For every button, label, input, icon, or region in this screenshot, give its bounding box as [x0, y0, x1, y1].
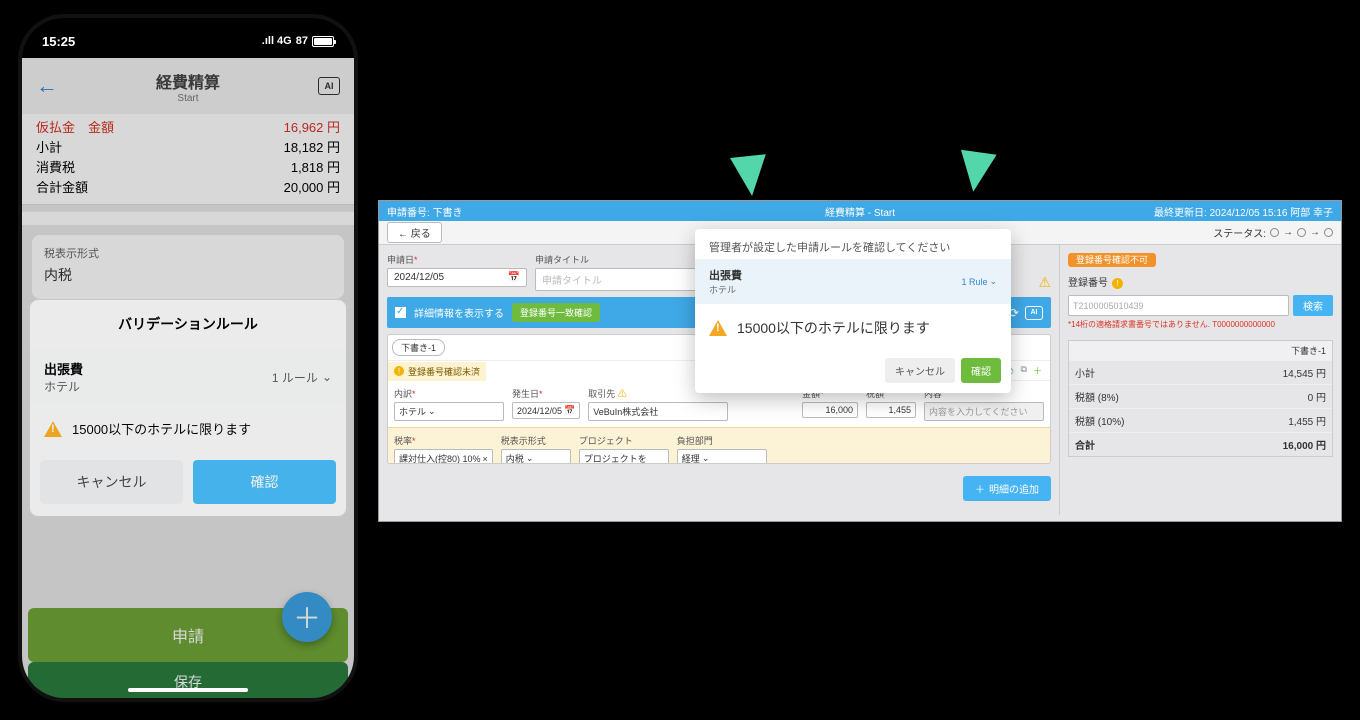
- back-button[interactable]: ← 戻る: [387, 222, 442, 243]
- mobile-device-frame: 15:25 .ıll 4G 87 ← 経費精算 Start AI 仮払金 金額1…: [18, 14, 358, 702]
- window-titlebar: 申請番号: 下書き 経費精算 - Start 最終更新日: 2024/12/05…: [379, 201, 1341, 221]
- warning-icon: [709, 320, 727, 336]
- registration-warning: *14桁の適格請求書番号ではありません. T0000000000000: [1068, 319, 1333, 330]
- modal-rule-row: 15000以下のホテルに限ります: [30, 405, 346, 452]
- chevron-down-icon: ⌄: [526, 453, 534, 464]
- status-battery-pct: 87: [296, 35, 308, 47]
- registration-unverifiable-chip: 登録番号確認不可: [1068, 253, 1156, 267]
- dmodal-rule-count: 1 Rule: [961, 277, 987, 287]
- detail-toggle-label: 詳細情報を表示する: [414, 305, 504, 320]
- registration-number-label: 登録番号: [1068, 278, 1108, 289]
- calendar-icon: 📅: [508, 272, 520, 283]
- batch-verify-button[interactable]: 登録番号一致確認: [512, 303, 600, 322]
- request-number: 申請番号: 下書き: [387, 204, 463, 219]
- chevron-down-icon: ⌄: [656, 460, 664, 465]
- close-icon: ×: [483, 454, 488, 464]
- calendar-icon: 📅: [564, 405, 575, 416]
- dmodal-rule-text: 15000以下のホテルに限ります: [737, 318, 930, 338]
- dmodal-rule-row: 15000以下のホテルに限ります: [695, 304, 1011, 352]
- callout-triangle: [730, 154, 770, 198]
- modal-category-row[interactable]: 出張費 ホテル 1 ルール ⌄: [30, 349, 346, 405]
- battery-icon: [312, 36, 334, 47]
- date-input[interactable]: 2024/12/05 📅: [512, 402, 580, 419]
- side-panel: 登録番号確認不可 登録番号! T2100005010439 検索 *14桁の適格…: [1059, 245, 1341, 515]
- copy-icon[interactable]: ⧉: [1021, 364, 1027, 377]
- confirm-button[interactable]: 確認: [193, 460, 336, 504]
- amount-input[interactable]: 16,000: [802, 402, 858, 418]
- chevron-down-icon: ⌄: [702, 453, 710, 464]
- request-date-label: 申請日*: [387, 253, 527, 266]
- registration-number-input[interactable]: T2100005010439: [1068, 295, 1289, 316]
- modal-subcategory: ホテル: [44, 378, 83, 395]
- tax-rate-select[interactable]: 課対仕入(控80) 10% ×: [394, 449, 493, 464]
- draft-tab[interactable]: 下書き-1: [392, 339, 445, 356]
- callout-triangle: [955, 150, 996, 195]
- last-updated: 最終更新日: 2024/12/05 15:16 阿部 幸子: [1154, 204, 1333, 219]
- totals-table: 下書き-1 小計14,545 円 税額 (8%)0 円 税額 (10%)1,45…: [1068, 340, 1333, 457]
- vendor-input[interactable]: VeBuIn株式会社: [588, 402, 728, 421]
- dept-select[interactable]: 経理 ⌄: [677, 449, 767, 464]
- request-date-input[interactable]: 2024/12/05📅: [387, 268, 527, 287]
- home-indicator[interactable]: [128, 688, 248, 692]
- status-radio[interactable]: [1324, 228, 1333, 237]
- desktop-window: 申請番号: 下書き 経費精算 - Start 最終更新日: 2024/12/05…: [378, 200, 1342, 522]
- dmodal-cancel-button[interactable]: キャンセル: [885, 358, 955, 383]
- dmodal-category-row[interactable]: 出張費 ホテル 1 Rule⌄: [695, 259, 1011, 304]
- chevron-down-icon: ⌄: [322, 370, 332, 384]
- chevron-down-icon: ⌄: [428, 406, 436, 417]
- status-network: .ıll 4G: [262, 35, 292, 47]
- cancel-button[interactable]: キャンセル: [40, 460, 183, 504]
- dmodal-subcategory: ホテル: [709, 283, 742, 296]
- status-radio[interactable]: [1270, 228, 1279, 237]
- desktop-validation-modal: 管理者が設定した申請ルールを確認してください 出張費 ホテル 1 Rule⌄ 1…: [695, 229, 1011, 393]
- phone-notch: [123, 18, 253, 44]
- add-line-icon[interactable]: ＋: [1033, 364, 1042, 377]
- dmodal-category: 出張費: [709, 267, 742, 283]
- totals-header: 下書き-1: [1069, 341, 1332, 360]
- detail-toggle-checkbox[interactable]: [395, 307, 406, 318]
- warning-dot-icon: !: [1112, 278, 1123, 289]
- dmodal-confirm-button[interactable]: 確認: [961, 358, 1001, 383]
- modal-rule-count: 1 ルール: [272, 369, 318, 386]
- warning-icon: [44, 421, 62, 437]
- modal-rule-text: 15000以下のホテルに限ります: [72, 419, 251, 438]
- validation-modal: バリデーションルール 出張費 ホテル 1 ルール ⌄ 15000以下のホテルに限り…: [30, 300, 346, 516]
- category-select[interactable]: ホテル ⌄: [394, 402, 504, 421]
- tax-amount-input[interactable]: 1,455: [866, 402, 916, 418]
- chevron-down-icon: ⌄: [989, 276, 997, 287]
- warning-badge-icon[interactable]: ⚠: [1038, 274, 1051, 291]
- dmodal-lead: 管理者が設定した申請ルールを確認してください: [695, 229, 1011, 259]
- status-time: 15:25: [42, 34, 75, 49]
- mobile-screen: ← 経費精算 Start AI 仮払金 金額16,962 円 小計18,182 …: [22, 58, 354, 698]
- tax-display-select[interactable]: 内税 ⌄: [501, 449, 571, 464]
- status-stepper: ステータス: → →: [1213, 225, 1333, 240]
- modal-title: バリデーションルール: [30, 300, 346, 349]
- description-input[interactable]: 内容を入力してください: [924, 402, 1044, 421]
- ai-icon[interactable]: AI: [1025, 306, 1043, 320]
- unverified-strip: !登録番号確認未済: [388, 362, 486, 381]
- add-line-button[interactable]: ＋ 明細の追加: [963, 476, 1051, 501]
- project-select[interactable]: プロジェクトを選 ⌄: [579, 449, 669, 464]
- status-radio[interactable]: [1297, 228, 1306, 237]
- search-button[interactable]: 検索: [1293, 295, 1333, 316]
- modal-category: 出張費: [44, 359, 83, 378]
